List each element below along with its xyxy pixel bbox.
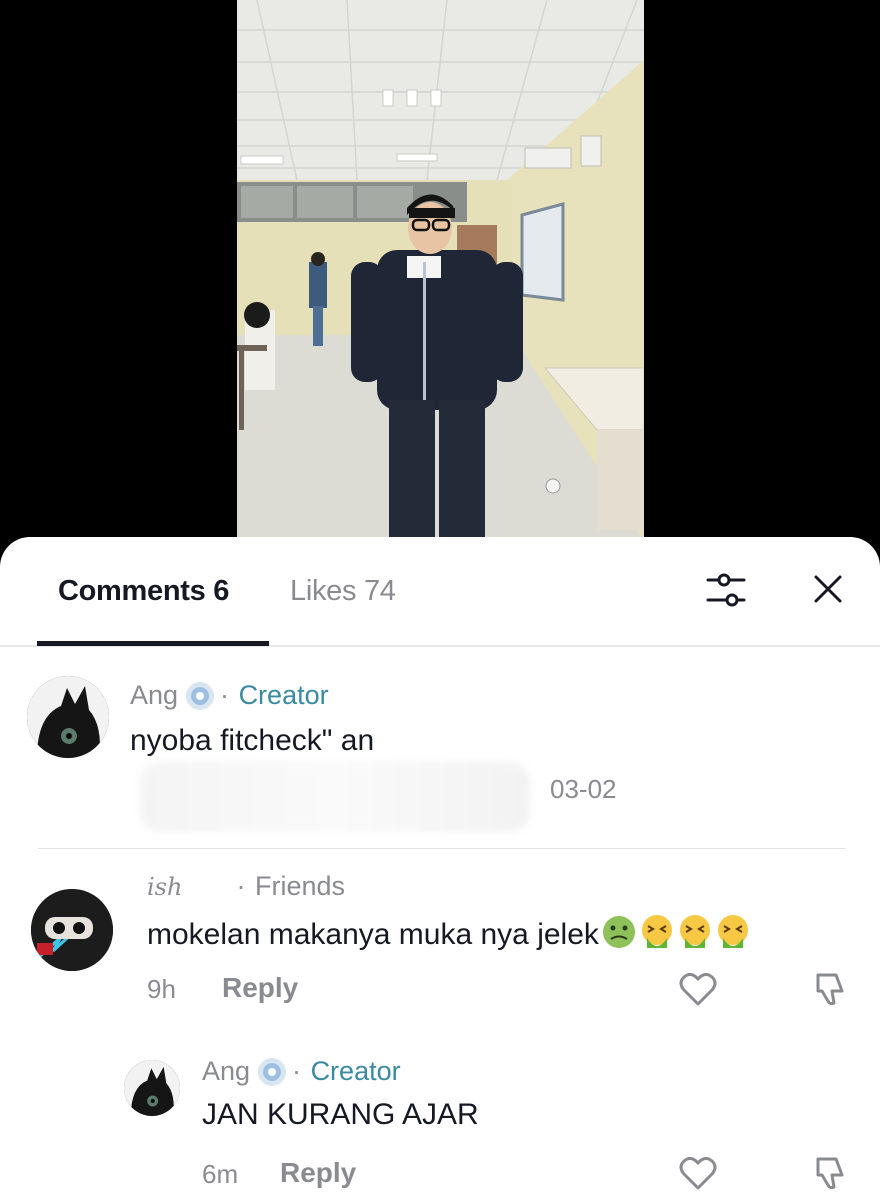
video-player[interactable]: [0, 0, 880, 560]
creator-tag: Creator: [310, 1056, 401, 1086]
video-frame[interactable]: [237, 0, 644, 560]
thumbs-down-icon[interactable]: [810, 1153, 850, 1193]
comment-header: Ang · Creator: [202, 1056, 401, 1086]
reply-button[interactable]: Reply: [280, 1157, 356, 1189]
video-thumbnail: [237, 0, 644, 560]
heart-icon[interactable]: [678, 1153, 718, 1193]
verified-badge-icon: [258, 1058, 287, 1086]
avatar[interactable]: [124, 1060, 180, 1116]
comments-sheet: Comments 6 Likes 74 Ang · Creator nyoba …: [0, 537, 880, 1200]
black-cat-avatar-icon: [124, 1060, 180, 1116]
username[interactable]: Ang: [202, 1056, 250, 1086]
comment-time: 6m: [202, 1159, 239, 1189]
comment-text: JAN KURANG AJAR: [202, 1098, 479, 1131]
reply-comment-item: Ang · Creator JAN KURANG AJAR 6m Reply: [0, 537, 880, 1200]
